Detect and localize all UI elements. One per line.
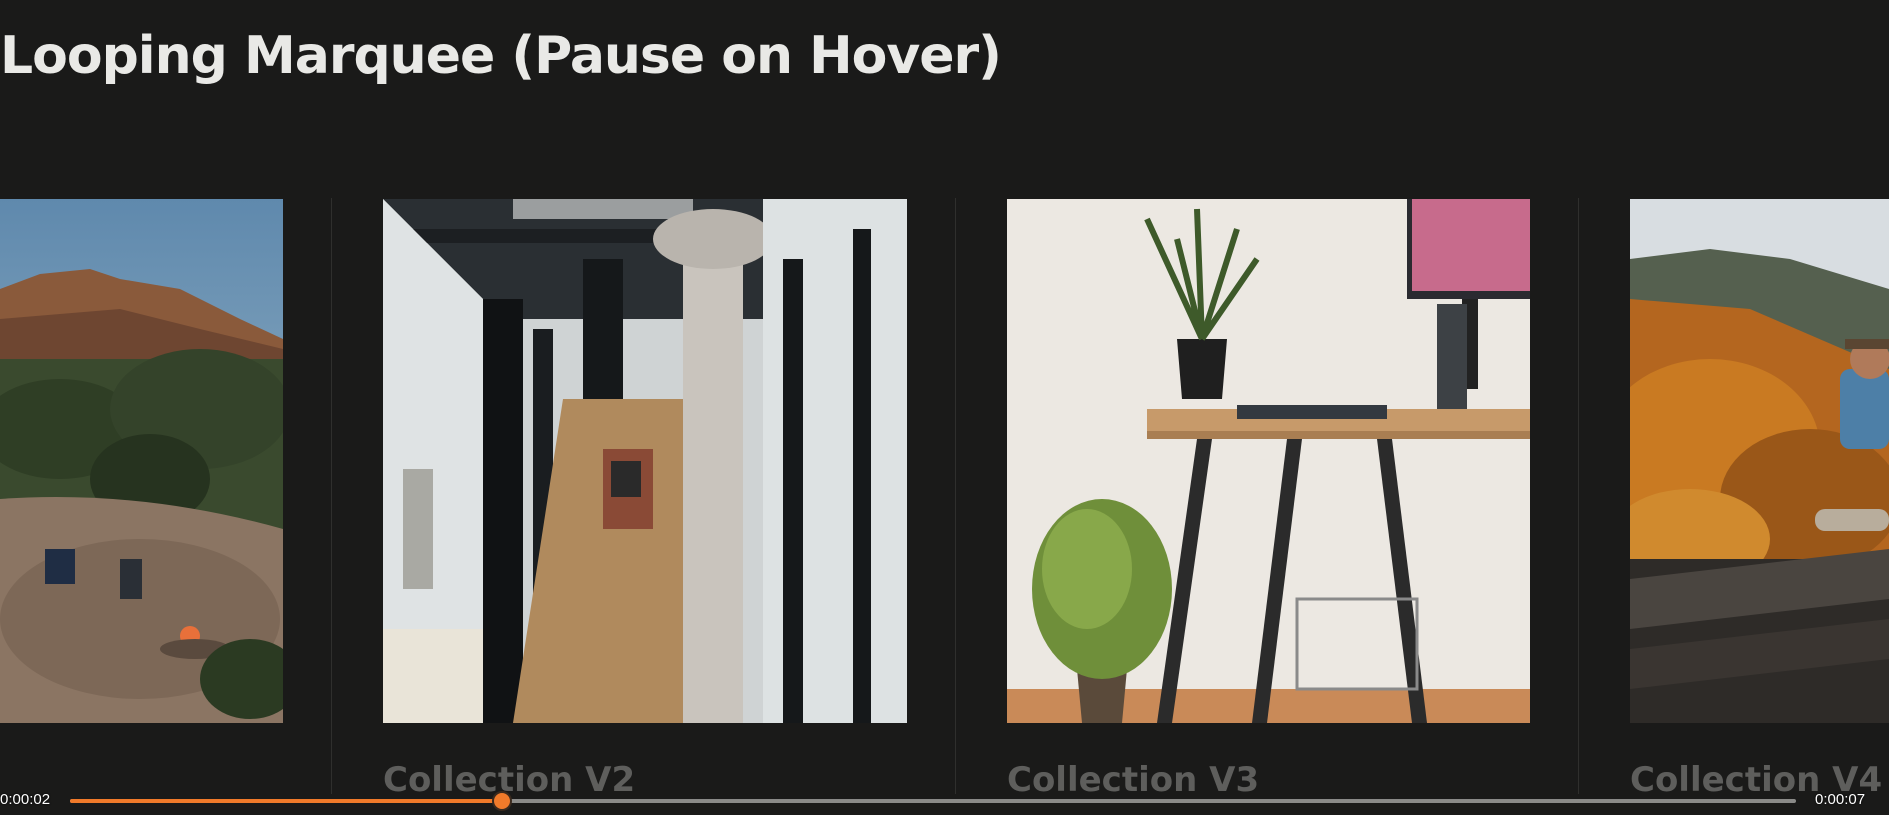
- current-time: 0:00:02: [0, 791, 51, 808]
- marquee-card-1[interactable]: [0, 199, 283, 723]
- seek-bar-progress: [70, 799, 502, 803]
- office-hallway-photo: [383, 199, 907, 723]
- card-divider: [331, 198, 332, 794]
- marquee-card-2[interactable]: [383, 199, 907, 723]
- mountain-hiker-photo: [1630, 199, 1889, 723]
- card-divider: [955, 198, 956, 794]
- total-time: 0:00:07: [1815, 791, 1866, 808]
- page-title: Looping Marquee (Pause on Hover): [0, 26, 1002, 86]
- card-divider: [1578, 198, 1579, 794]
- standing-desk-plants-photo: [1007, 199, 1530, 723]
- desert-campsite-photo: [0, 199, 283, 723]
- seek-bar[interactable]: [70, 791, 1796, 811]
- marquee-card-4[interactable]: [1630, 199, 1889, 723]
- card-label-v3: Collection V3: [1007, 760, 1260, 800]
- seek-bar-handle[interactable]: [491, 791, 512, 811]
- marquee-card-3[interactable]: [1007, 199, 1530, 723]
